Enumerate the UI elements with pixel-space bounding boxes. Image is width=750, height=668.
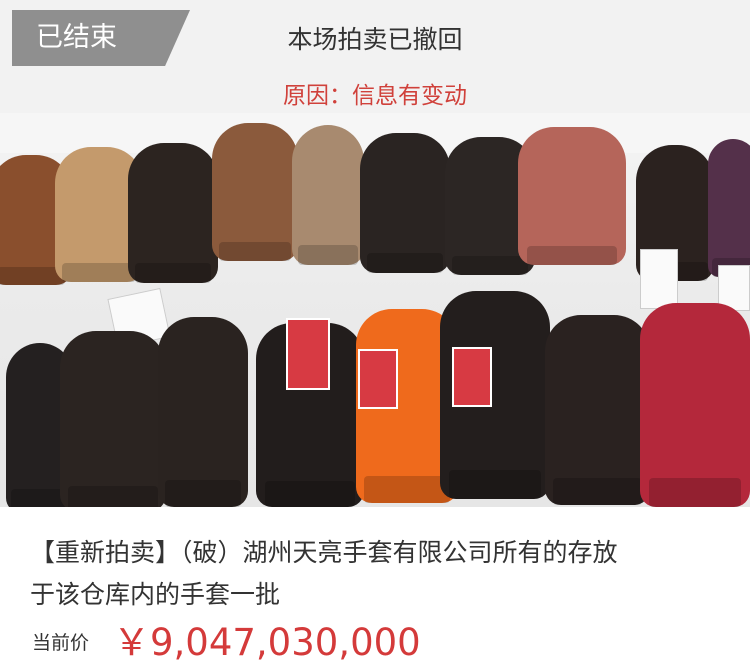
photo-label-tag (452, 347, 492, 407)
auction-notice: 已结束 本场拍卖已撤回 原因：信息有变动 (0, 0, 750, 113)
price-tag (640, 249, 678, 309)
glove-image (292, 125, 364, 265)
glove-image (158, 317, 248, 507)
notice-title: 本场拍卖已撤回 (287, 25, 463, 54)
glove-image (518, 127, 626, 266)
product-photo[interactable] (0, 113, 750, 507)
glove-image (128, 143, 218, 283)
glove-image (545, 315, 650, 505)
current-price: ￥9,047,030,000 (113, 621, 421, 664)
photo-label-tag (286, 318, 330, 390)
glove-image (212, 123, 298, 262)
glove-image (640, 303, 750, 507)
glove-image (708, 139, 750, 278)
photo-label-tag (358, 349, 398, 409)
price-label: 当前价 (32, 632, 90, 654)
product-title: 【重新拍卖】（破）湖州天亮手套有限公司所有的存放于该仓库内的手套一批 (30, 538, 618, 609)
glove-image (360, 133, 450, 273)
notice-reason: 原因：信息有变动 (283, 83, 467, 109)
glove-image (60, 331, 166, 507)
